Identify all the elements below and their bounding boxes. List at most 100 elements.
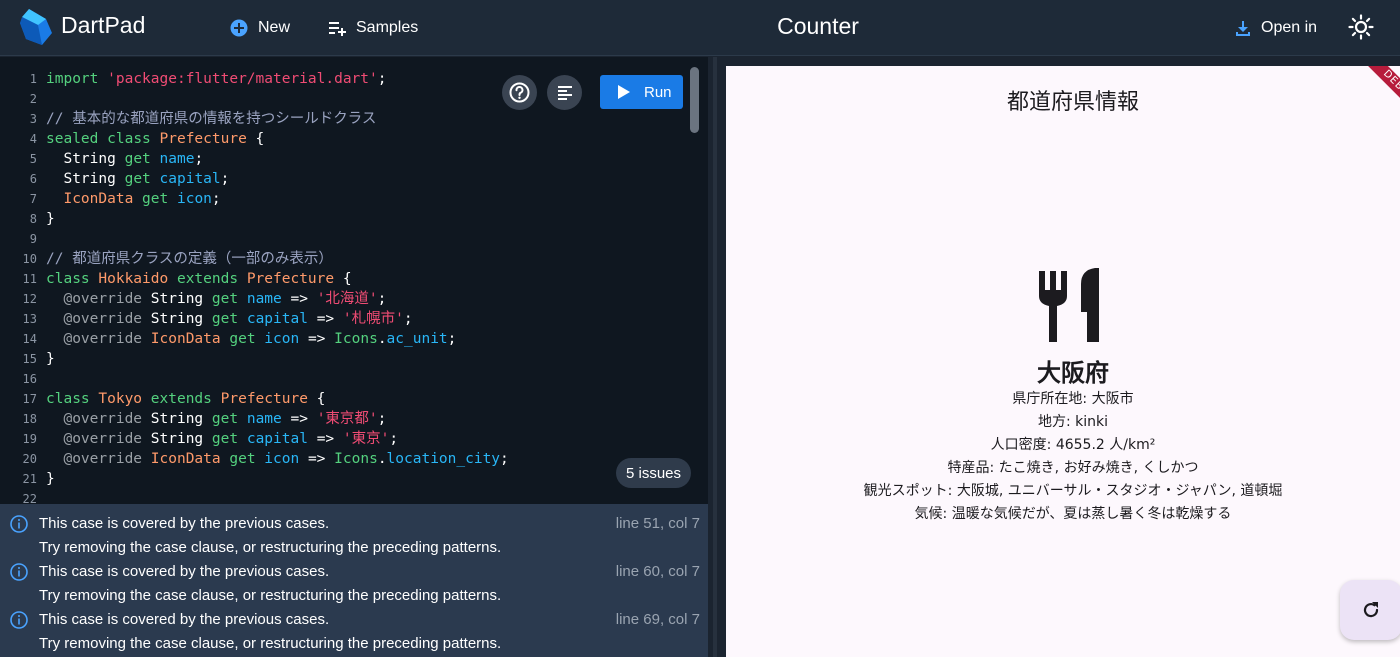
line-number: 5	[29, 152, 37, 166]
line-number: 12	[22, 292, 37, 306]
code-comment: // 都道府県クラスの定義（一部のみ表示）	[46, 251, 333, 267]
code-token: ;	[211, 191, 221, 207]
split-divider-handle[interactable]	[713, 57, 717, 657]
refresh-fab[interactable]	[1340, 580, 1400, 640]
code-token: ;	[403, 311, 413, 327]
issue-hint: Try removing the case clause, or restruc…	[39, 635, 502, 652]
play-icon	[618, 85, 630, 99]
line-number: 1	[29, 72, 37, 86]
code-token: String	[150, 411, 204, 427]
help-button[interactable]	[502, 75, 537, 110]
code-token: Prefecture	[159, 131, 247, 147]
code-line: }	[46, 209, 509, 229]
code-token: get	[211, 291, 239, 307]
line-number: 22	[22, 492, 37, 504]
code-token: name	[159, 151, 195, 167]
issue-location: line 51, col 7	[615, 515, 700, 532]
run-label: Run	[644, 83, 672, 101]
sun-icon[interactable]	[1348, 14, 1374, 40]
code-token: get	[229, 331, 256, 347]
line-number: 16	[22, 372, 37, 386]
code-token: capital	[246, 311, 308, 327]
code-token: Icons	[334, 331, 378, 347]
brand-name: DartPad	[61, 12, 146, 38]
issue-item[interactable]: This case is covered by the previous cas…	[0, 504, 708, 556]
samples-button[interactable]: Samples	[328, 16, 418, 40]
code-token: name	[246, 411, 282, 427]
issue-message: This case is covered by the previous cas…	[39, 563, 330, 580]
editor-scrollbar[interactable]	[690, 67, 699, 133]
code-token: =>	[307, 331, 326, 347]
split-divider[interactable]	[708, 57, 726, 657]
open-in-button[interactable]: Open in	[1235, 16, 1317, 40]
code-token: IconData	[63, 191, 134, 207]
code-token: =>	[316, 311, 335, 327]
info-capital: 県庁所在地: 大阪市	[1012, 391, 1134, 407]
code-token: icon	[264, 331, 300, 347]
code-token: ;	[377, 411, 387, 427]
code-token: IconData	[150, 451, 221, 467]
line-number: 15	[22, 352, 37, 366]
issue-item[interactable]: This case is covered by the previous cas…	[0, 600, 708, 652]
line-number: 17	[22, 392, 37, 406]
line-number: 7	[29, 192, 37, 206]
code-line: @override IconData get icon => Icons.ac_…	[46, 329, 509, 349]
issue-item[interactable]: This case is covered by the previous cas…	[0, 552, 708, 604]
code-line: @override String get capital => '札幌市';	[46, 309, 509, 329]
code-token: =>	[307, 451, 326, 467]
code-editor[interactable]: 1 2 3 4 5 6 7 8 9 10 11 12 13 14 15 16 1…	[0, 57, 708, 504]
open-in-label: Open in	[1261, 19, 1318, 36]
code-token: import	[46, 71, 99, 87]
code-token: String	[150, 291, 204, 307]
problems-panel: This case is covered by the previous cas…	[0, 504, 708, 657]
line-number: 20	[22, 452, 37, 466]
line-number: 8	[29, 212, 37, 226]
restaurant-icon	[1039, 268, 1099, 342]
code-token: ;	[500, 451, 509, 467]
code-token: location_city	[386, 451, 501, 467]
code-line: class Tokyo extends Prefecture {	[46, 389, 509, 409]
code-lines[interactable]: import 'package:flutter/material.dart'; …	[46, 69, 509, 489]
code-token: {	[334, 271, 352, 287]
code-token: capital	[159, 171, 221, 187]
code-token: }	[46, 351, 55, 367]
code-line: @override String get name => '北海道';	[46, 289, 509, 309]
line-number: 19	[22, 432, 37, 446]
code-token: String	[150, 311, 204, 327]
issue-location: line 60, col 7	[615, 563, 700, 580]
code-comment: // 基本的な都道府県の情報を持つシールドクラス	[46, 111, 377, 127]
app-header: DartPad New Samples Counter Open in	[0, 0, 1400, 56]
run-button[interactable]: Run	[600, 75, 683, 109]
code-token: ;	[194, 151, 204, 167]
help-circle-icon	[509, 82, 530, 103]
line-number: 10	[22, 252, 37, 266]
code-line: }	[46, 469, 509, 489]
issues-badge[interactable]: 5 issues	[616, 458, 691, 488]
code-token: class	[46, 391, 90, 407]
info-specialties: 特産品: たこ焼き, お好み焼き, くしかつ	[947, 460, 1199, 476]
code-token: get	[211, 411, 239, 427]
new-button[interactable]: New	[230, 16, 290, 40]
dartpad-logo-icon[interactable]	[20, 9, 52, 45]
code-token: String	[63, 171, 116, 187]
code-token: ;	[377, 71, 387, 87]
code-token: extends	[150, 391, 212, 407]
page-title: Counter	[777, 13, 859, 39]
format-button[interactable]	[547, 75, 582, 110]
line-number: 9	[29, 232, 37, 246]
code-line: sealed class Prefecture {	[46, 129, 509, 149]
app-preview[interactable]: 都道府県情報 DEBUG 大阪府 県庁所在地: 大阪市 地方: kinki 人口…	[726, 66, 1400, 657]
info-icon	[10, 515, 28, 533]
issue-location: line 69, col 7	[615, 611, 700, 628]
info-region: 地方: kinki	[1037, 414, 1109, 430]
code-token: get	[124, 151, 151, 167]
code-line: IconData get icon;	[46, 189, 509, 209]
code-line: @override String get capital => '東京';	[46, 429, 509, 449]
code-token: =>	[290, 411, 308, 427]
info-climate: 気候: 温暖な気候だが、夏は蒸し暑く冬は乾燥する	[914, 506, 1232, 522]
add-circle-icon	[230, 19, 248, 37]
line-number-gutter: 1 2 3 4 5 6 7 8 9 10 11 12 13 14 15 16 1…	[0, 69, 40, 504]
code-token: sealed	[46, 131, 99, 147]
